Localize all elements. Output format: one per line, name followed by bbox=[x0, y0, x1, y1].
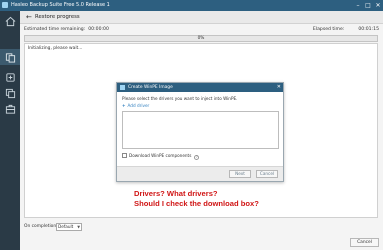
dialog-footer: Next Cancel bbox=[117, 166, 283, 181]
home-icon bbox=[5, 16, 15, 26]
dialog-app-icon bbox=[120, 85, 125, 90]
dialog-cancel-button[interactable]: Cancel bbox=[256, 170, 278, 178]
on-completion-label: On completion bbox=[24, 224, 57, 229]
restore-icon bbox=[5, 72, 15, 82]
time-row: Estimated time remaining: 00:00:00 Elapse… bbox=[24, 26, 379, 34]
sidebar-item-home[interactable] bbox=[0, 13, 20, 29]
elapsed-time-value: 00:01:15 bbox=[358, 27, 379, 32]
clone-icon bbox=[5, 88, 15, 98]
elapsed-time: Elapsed time: 00:01:15 bbox=[313, 26, 379, 34]
progress-bar: 0% bbox=[24, 35, 378, 42]
plus-icon: + bbox=[122, 103, 126, 108]
dialog-description: Please select the drivers you want to in… bbox=[122, 96, 238, 101]
backup-icon bbox=[5, 52, 15, 63]
estimated-time-value: 00:00:00 bbox=[88, 27, 109, 32]
dialog-title-bar: Create WinPE Image ✕ bbox=[117, 83, 283, 92]
add-driver-link[interactable]: + Add driver bbox=[122, 103, 149, 109]
driver-list[interactable] bbox=[122, 111, 279, 149]
page-title: Restore progress bbox=[35, 14, 80, 20]
log-line: Initializing, please wait... bbox=[28, 46, 83, 51]
on-completion-select[interactable]: Default ▼ bbox=[56, 223, 82, 231]
annotation-line-1: Drivers? What drivers? bbox=[134, 189, 218, 198]
maximize-icon[interactable]: □ bbox=[363, 0, 373, 11]
title-bar: Hasleo Backup Suite Free 5.0 Release 1 –… bbox=[0, 0, 383, 11]
chevron-down-icon: ▼ bbox=[77, 225, 80, 229]
sidebar-item-restore[interactable] bbox=[0, 69, 20, 85]
create-winpe-dialog: Create WinPE Image ✕ Please select the d… bbox=[116, 82, 284, 182]
download-winpe-option: Download WinPE components? bbox=[122, 152, 200, 160]
add-driver-label: Add driver bbox=[127, 103, 150, 108]
page-header: ← Restore progress bbox=[20, 11, 383, 24]
annotation-line-2: Should I check the download box? bbox=[134, 198, 259, 208]
estimated-time: Estimated time remaining: 00:00:00 bbox=[24, 26, 109, 34]
on-completion-value: Default bbox=[58, 224, 74, 229]
sidebar-item-clone[interactable] bbox=[0, 85, 20, 101]
app-logo-icon bbox=[2, 2, 8, 8]
sidebar-item-backup[interactable] bbox=[0, 49, 20, 65]
progress-percent: 0% bbox=[197, 36, 205, 41]
dialog-close-icon[interactable]: ✕ bbox=[277, 83, 281, 92]
dialog-title: Create WinPE Image bbox=[128, 85, 173, 90]
app-window: Hasleo Backup Suite Free 5.0 Release 1 –… bbox=[0, 0, 383, 250]
elapsed-time-label: Elapsed time: bbox=[312, 27, 345, 32]
minimize-icon[interactable]: – bbox=[353, 0, 363, 11]
tools-icon bbox=[5, 104, 15, 114]
next-button[interactable]: Next bbox=[229, 170, 251, 178]
app-title: Hasleo Backup Suite Free 5.0 Release 1 bbox=[11, 2, 110, 8]
estimated-time-label: Estimated time remaining: bbox=[24, 27, 86, 32]
sidebar-item-tools[interactable] bbox=[0, 101, 20, 117]
cancel-button[interactable]: Cancel bbox=[350, 238, 379, 247]
help-icon[interactable]: ? bbox=[194, 155, 200, 160]
close-icon[interactable]: ✕ bbox=[373, 0, 383, 11]
annotation-text: Drivers? What drivers? Should I check th… bbox=[134, 189, 259, 208]
bottom-bar: On completion Default ▼ Cancel bbox=[20, 220, 383, 250]
download-winpe-checkbox[interactable] bbox=[122, 153, 127, 158]
download-winpe-label: Download WinPE components bbox=[129, 153, 192, 158]
sidebar bbox=[0, 11, 20, 250]
back-arrow-icon[interactable]: ← bbox=[26, 13, 32, 22]
